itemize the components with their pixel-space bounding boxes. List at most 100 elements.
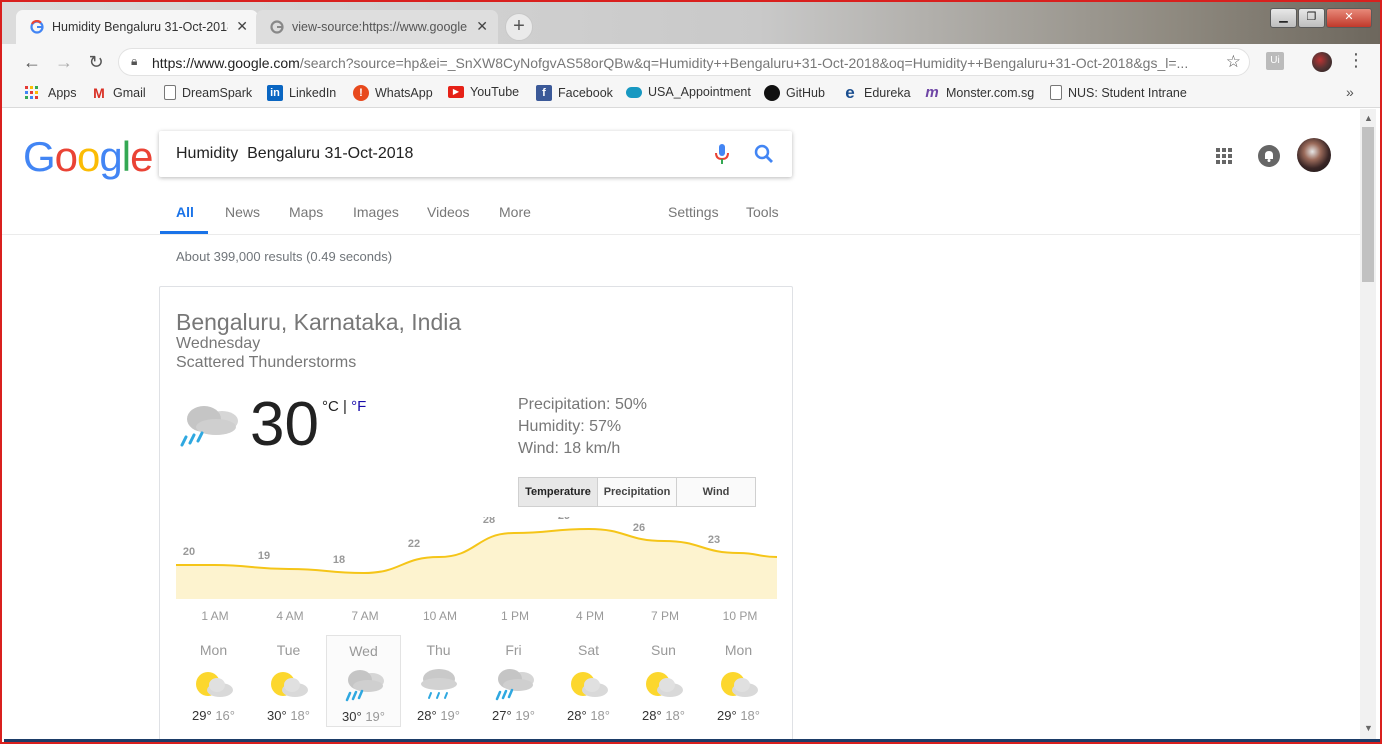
gmail-icon: M xyxy=(93,85,105,101)
facebook-icon: f xyxy=(536,85,552,101)
search-input[interactable]: Humidity Bengaluru 31-Oct-2018 xyxy=(176,145,413,163)
chart-value-label: 19 xyxy=(258,550,270,562)
scroll-down-icon[interactable]: ▼ xyxy=(1364,723,1373,733)
tab-close-icon[interactable]: ✕ xyxy=(236,18,248,35)
active-tab-indicator xyxy=(160,231,208,234)
whatsapp-icon: ! xyxy=(353,85,369,101)
forecast-day[interactable]: Mon 29° 18° xyxy=(701,635,776,727)
bookmark-gmail[interactable]: M Gmail xyxy=(91,85,146,101)
bookmark-label: Edureka xyxy=(864,86,911,100)
extension-ui-icon[interactable]: Ui xyxy=(1266,52,1284,70)
forecast-day[interactable]: Mon 29° 16° xyxy=(176,635,251,727)
forecast-day[interactable]: Fri 27° 19° xyxy=(476,635,551,727)
minimize-button[interactable]: ▁ xyxy=(1270,8,1297,28)
tab-view-source[interactable]: view-source:https://www.google. ✕ xyxy=(256,10,498,44)
close-window-button[interactable]: ✕ xyxy=(1326,8,1372,28)
url-path: /search?source=hp&ei=_SnXW8CyNofgvAS58or… xyxy=(299,55,1189,71)
precipitation-button[interactable]: Precipitation xyxy=(598,478,677,506)
partly-sunny-icon xyxy=(570,672,608,697)
address-bar[interactable]: 🔒︎ https://www.google.com/search?source=… xyxy=(118,48,1250,76)
humidity-text: Humidity: 57% xyxy=(518,418,622,435)
bookmark-dreamspark[interactable]: DreamSpark xyxy=(164,85,252,100)
forecast-low: 19° xyxy=(515,708,535,723)
scrollbar-thumb[interactable] xyxy=(1362,127,1374,282)
unit-fahrenheit[interactable]: °F xyxy=(351,398,366,415)
bookmark-label: YouTube xyxy=(470,85,520,99)
forecast-day[interactable]: Tue 30° 18° xyxy=(251,635,326,727)
forecast-high: 29° xyxy=(192,708,212,723)
unit-celsius[interactable]: °C xyxy=(322,398,339,415)
bookmark-whatsapp[interactable]: ! WhatsApp xyxy=(353,85,433,101)
tab-all[interactable]: All xyxy=(176,204,194,220)
bookmark-label: WhatsApp xyxy=(375,86,433,100)
new-tab-button[interactable]: + xyxy=(505,13,533,41)
bookmark-monster[interactable]: m Monster.com.sg xyxy=(924,85,1034,101)
chart-mode-buttons: Temperature Precipitation Wind xyxy=(518,477,756,507)
thunderstorm-icon xyxy=(495,669,534,701)
notifications-bell-icon[interactable] xyxy=(1258,145,1280,167)
tab-tools[interactable]: Tools xyxy=(746,204,779,220)
bookmark-nus[interactable]: NUS: Student Intrane xyxy=(1050,85,1187,100)
tab-more[interactable]: More xyxy=(499,204,531,220)
menu-dots-icon[interactable]: ⋮ xyxy=(1347,50,1365,71)
reload-icon[interactable]: ↻ xyxy=(84,50,108,74)
tab-settings[interactable]: Settings xyxy=(668,204,719,220)
bookmark-apps[interactable]: Apps xyxy=(24,85,77,101)
maximize-button[interactable]: ❐ xyxy=(1298,8,1325,28)
bookmark-star-icon[interactable]: ☆ xyxy=(1226,52,1241,72)
forecast-high: 28° xyxy=(567,708,587,723)
forecast-low: 16° xyxy=(215,708,235,723)
forward-icon[interactable]: → xyxy=(52,50,76,74)
forecast-high: 28° xyxy=(642,708,662,723)
hour-label: 7 PM xyxy=(650,609,679,623)
wind-text: Wind: 18 km/h xyxy=(518,440,621,457)
search-icon[interactable] xyxy=(753,143,775,165)
google-apps-icon[interactable] xyxy=(1215,147,1233,165)
chart-value-label: 26 xyxy=(633,522,645,534)
bookmark-linkedin[interactable]: in LinkedIn xyxy=(267,85,336,101)
tab-close-icon[interactable]: ✕ xyxy=(476,18,488,35)
forecast-day-name: Mon xyxy=(199,642,228,658)
search-box[interactable]: Humidity Bengaluru 31-Oct-2018 xyxy=(159,131,792,177)
bookmark-facebook[interactable]: f Facebook xyxy=(536,85,613,101)
tab-videos[interactable]: Videos xyxy=(427,204,470,220)
temperature-button[interactable]: Temperature xyxy=(519,478,598,506)
wind-button[interactable]: Wind xyxy=(677,478,755,506)
forecast-day[interactable]: Sun 28° 18° xyxy=(626,635,701,727)
forecast-day[interactable]: Thu 28° 19° xyxy=(401,635,476,727)
tab-images[interactable]: Images xyxy=(353,204,399,220)
hour-label: 4 AM xyxy=(276,609,304,623)
browser-window: Humidity Bengaluru 31-Oct-2018 ✕ view-so… xyxy=(0,0,1382,744)
bookmark-usa-appointment[interactable]: USA_Appointment xyxy=(626,85,751,99)
tab-news[interactable]: News xyxy=(225,204,260,220)
bookmark-github[interactable]: GitHub xyxy=(764,85,825,101)
partly-sunny-icon xyxy=(270,672,308,697)
vertical-scrollbar[interactable]: ▲ ▼ xyxy=(1360,109,1376,739)
forecast-high: 28° xyxy=(417,708,437,723)
hour-label: 10 AM xyxy=(422,609,458,623)
account-avatar[interactable] xyxy=(1297,138,1331,172)
thunderstorm-icon xyxy=(180,406,238,447)
profile-avatar-icon[interactable] xyxy=(1312,52,1332,72)
bookmark-label: USA_Appointment xyxy=(648,85,751,99)
scroll-up-icon[interactable]: ▲ xyxy=(1364,113,1373,123)
bookmark-youtube[interactable]: ▶ YouTube xyxy=(448,85,519,99)
page-icon xyxy=(164,85,176,100)
mic-icon[interactable] xyxy=(714,143,730,165)
forecast-day[interactable]: Wed 30° 19° xyxy=(326,635,401,727)
forecast-low: 18° xyxy=(740,708,760,723)
tab-maps[interactable]: Maps xyxy=(289,204,323,220)
forecast-high: 29° xyxy=(717,708,737,723)
youtube-icon: ▶ xyxy=(448,86,464,98)
forecast-high: 30° xyxy=(267,708,287,723)
tab-humidity[interactable]: Humidity Bengaluru 31-Oct-2018 ✕ xyxy=(16,10,258,44)
forecast-low: 19° xyxy=(440,708,460,723)
google-logo[interactable]: Google xyxy=(23,133,153,181)
precipitation-text: Precipitation: 50% xyxy=(518,396,647,413)
bookmark-edureka[interactable]: e Edureka xyxy=(842,83,911,102)
back-icon[interactable]: ← xyxy=(20,50,44,74)
more-bookmarks-icon[interactable]: » xyxy=(1346,84,1354,100)
url-text[interactable]: https://www.google.com/search?source=hp&… xyxy=(152,55,1212,71)
edureka-icon: e xyxy=(845,83,855,102)
forecast-day[interactable]: Sat 28° 18° xyxy=(551,635,626,727)
